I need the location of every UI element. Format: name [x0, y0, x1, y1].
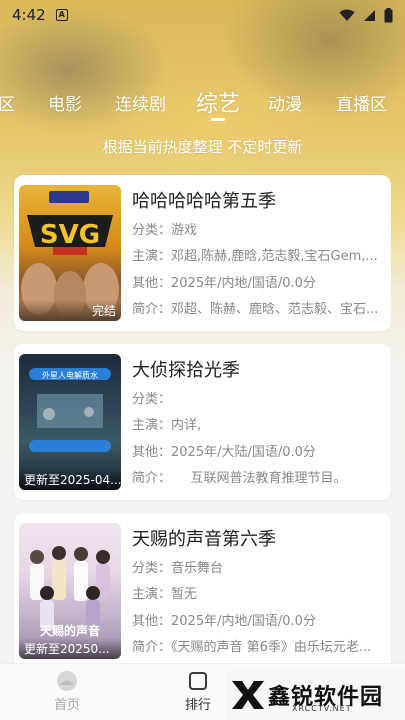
status-badge: 完结: [19, 300, 121, 321]
intro-label: 简介：: [132, 471, 165, 486]
tab-series[interactable]: 连续剧: [115, 90, 166, 115]
nav-ranking-label: 排行: [184, 698, 211, 713]
item-title[interactable]: 哈哈哈哈哈第五季: [132, 187, 276, 213]
active-tab-indicator: [211, 118, 225, 121]
item-title[interactable]: 天赐的声音第六季: [132, 525, 276, 551]
intro-label: 简介：: [132, 302, 172, 317]
intro-value: 互联网普法教育推理节目。: [164, 471, 347, 486]
cast-label: 主演：: [132, 587, 172, 602]
other-label: 其他：: [132, 445, 172, 460]
other-value: 2025年/内地/国语/0.0分: [171, 276, 316, 291]
list-item[interactable]: 外星人电解质水 更新至2025-04... 大侦探拾光季 分类： 主演：内详, …: [14, 344, 391, 500]
tab-live[interactable]: 直播区: [336, 90, 387, 115]
item-other: 其他：2025年/内地/国语/0.0分: [132, 272, 384, 291]
nav-home[interactable]: 首页: [37, 670, 97, 713]
watermark-logo-icon: [232, 681, 264, 709]
page-subtitle: 根据当前热度整理 不定时更新: [102, 138, 303, 156]
battery-icon: [384, 7, 393, 22]
item-intro: 简介：邓超、陈赫、鹿晗、范志毅、宝石...: [132, 298, 384, 317]
poster-image[interactable]: SVG 完结: [19, 185, 121, 321]
category-label: 分类：: [132, 392, 172, 407]
category-label: 分类：: [132, 223, 172, 238]
cast-label: 主演：: [132, 418, 172, 433]
watermark-subtext: XRCCTV.NET: [292, 704, 352, 713]
item-other: 其他：2025年/内地/国语/0.0分: [132, 610, 384, 629]
cast-value: 内详,: [171, 418, 202, 433]
tab-zone[interactable]: 区: [0, 90, 15, 115]
tab-variety[interactable]: 综艺: [196, 86, 240, 118]
item-category: 分类：音乐舞台: [132, 557, 384, 576]
nav-ranking[interactable]: 排行: [168, 670, 228, 713]
cast-value: 暂无: [171, 587, 198, 602]
category-value: 游戏: [171, 223, 198, 238]
item-intro: 简介： 互联网普法教育推理节目。: [132, 467, 384, 486]
other-value: 2025年/大陆/国语/0.0分: [171, 445, 316, 460]
intro-label: 简介：: [132, 640, 172, 655]
item-cast: 主演：内详,: [132, 414, 384, 433]
poster-logo-text: 天赐的声音: [40, 623, 100, 638]
item-category: 分类：游戏: [132, 219, 384, 238]
item-title[interactable]: 大侦探拾光季: [132, 356, 240, 382]
status-bar: 4:42 A: [0, 0, 405, 30]
item-intro: 简介：《天赐的声音 第6季》由乐坛元老...: [132, 636, 384, 655]
status-badge: 更新至20250...: [19, 638, 121, 659]
status-time: 4:42: [12, 6, 46, 24]
status-badge: 更新至2025-04...: [19, 469, 121, 490]
item-other: 其他：2025年/大陆/国语/0.0分: [132, 441, 384, 460]
category-value: 音乐舞台: [171, 561, 224, 576]
poster-image[interactable]: 外星人电解质水 更新至2025-04...: [19, 354, 121, 490]
other-value: 2025年/内地/国语/0.0分: [171, 614, 316, 629]
item-category: 分类：: [132, 388, 384, 407]
watermark: 鑫锐软件园 XRCCTV.NET: [226, 670, 405, 720]
poster-logo-text: SVG: [40, 220, 100, 250]
item-cast: 主演：邓超,陈赫,鹿晗,范志毅,宝石Gem,...: [132, 245, 384, 264]
category-label: 分类：: [132, 561, 172, 576]
wifi-icon: [339, 9, 355, 21]
other-label: 其他：: [132, 614, 172, 629]
intro-value: 《天赐的声音 第6季》由乐坛元老...: [171, 640, 372, 655]
other-label: 其他：: [132, 276, 172, 291]
notification-icon: A: [55, 9, 68, 21]
cast-label: 主演：: [132, 249, 172, 264]
item-cast: 主演：暂无: [132, 583, 384, 602]
intro-value: 邓超、陈赫、鹿晗、范志毅、宝石...: [171, 302, 379, 317]
cast-value: 邓超,陈赫,鹿晗,范志毅,宝石Gem,...: [171, 249, 378, 264]
list-item[interactable]: SVG 完结 哈哈哈哈哈第五季 分类：游戏 主演：邓超,陈赫,鹿晗,范志毅,宝石…: [14, 175, 391, 331]
poster-image[interactable]: 天赐的声音 更新至20250...: [19, 523, 121, 659]
tab-movies[interactable]: 电影: [48, 90, 82, 115]
home-icon: [57, 671, 77, 691]
tab-anime[interactable]: 动漫: [268, 90, 302, 115]
category-tabs: 区 电影 连续剧 综艺 动漫 直播区: [0, 82, 405, 122]
ranking-icon: [189, 672, 207, 690]
signal-icon: [364, 9, 375, 21]
nav-home-label: 首页: [53, 698, 80, 713]
poster-logo-text: 外星人电解质水: [42, 370, 98, 380]
list-item[interactable]: 天赐的声音 更新至20250... 天赐的声音第六季 分类：音乐舞台 主演：暂无…: [14, 513, 391, 673]
